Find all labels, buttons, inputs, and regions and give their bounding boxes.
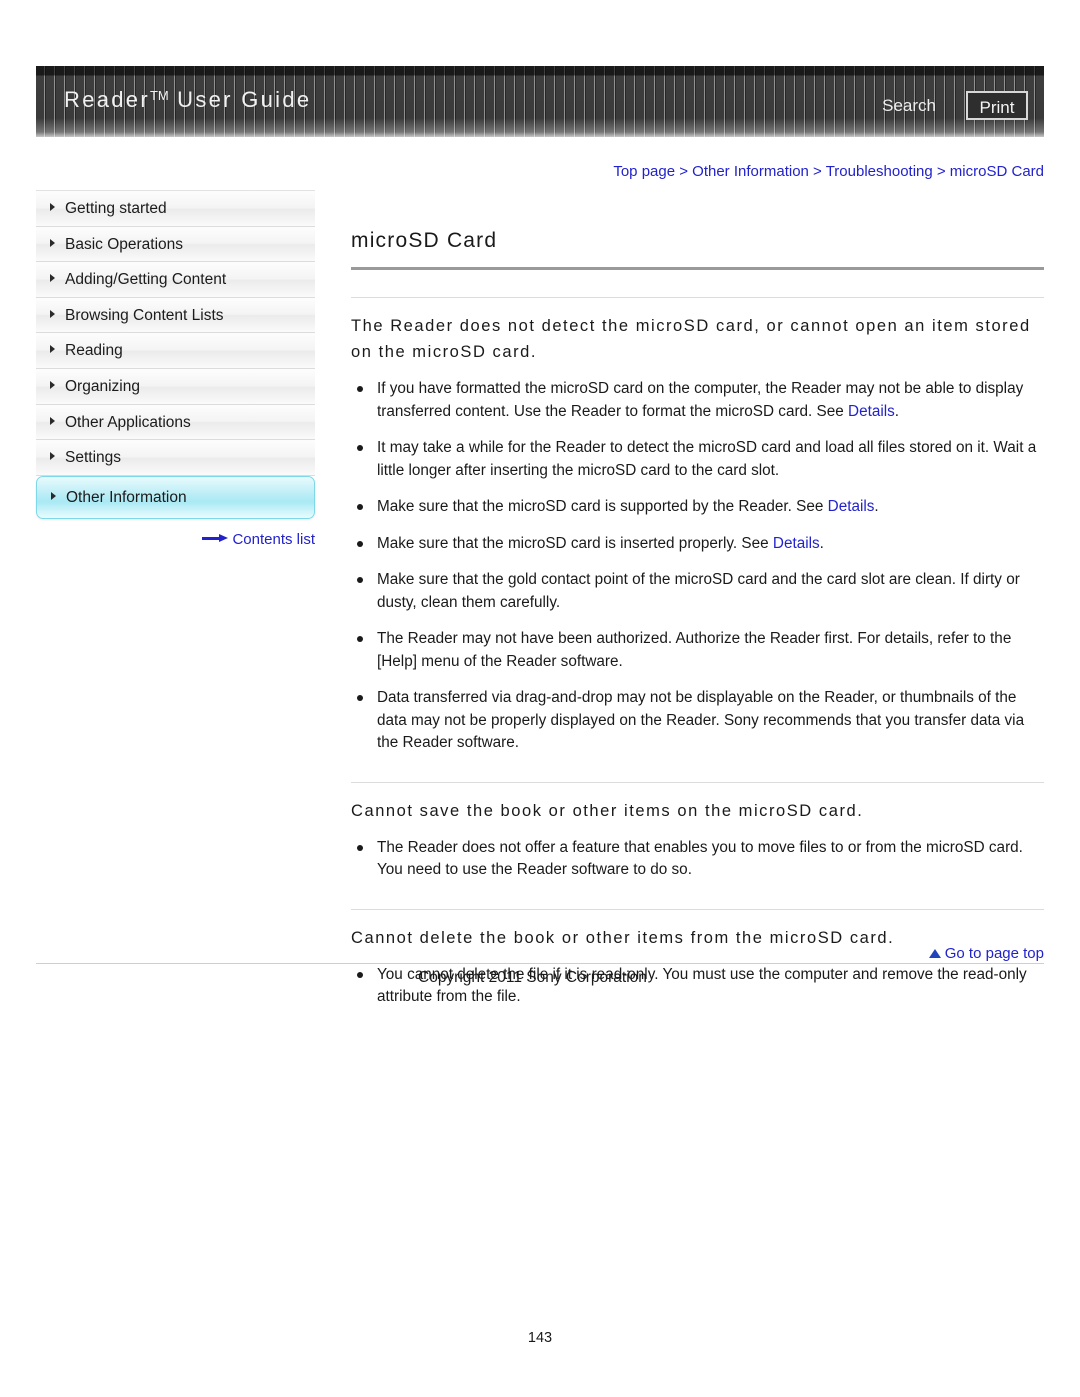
list-item-text: Make sure that the microSD card is inser…	[377, 534, 773, 552]
trademark-symbol: TM	[149, 88, 169, 103]
list-item-text: Make sure that the gold contact point of…	[377, 571, 1020, 611]
main-content: microSD Card The Reader does not detect …	[351, 190, 1044, 1023]
sidebar-item-label: Organizing	[65, 377, 140, 395]
list-item: The Reader may not have been authorized.…	[351, 628, 1044, 673]
document-page: ReaderTM User Guide Search Print Top pag…	[0, 0, 1080, 1397]
chevron-right-icon	[50, 274, 55, 283]
section-heading: The Reader does not detect the microSD c…	[351, 317, 1031, 361]
list-item-text-post: .	[874, 498, 879, 515]
list-item-text: The Reader may not have been authorized.…	[377, 630, 1012, 670]
app-title: ReaderTM User Guide	[64, 87, 311, 113]
details-link[interactable]: Details	[773, 535, 820, 552]
page-number: 143	[527, 1330, 553, 1346]
bullet-list: The Reader does not offer a feature that…	[351, 837, 1044, 882]
list-item: Make sure that the microSD card is suppo…	[351, 496, 1044, 519]
contents-list-link[interactable]: Contents list	[202, 531, 315, 548]
list-item: Make sure that the gold contact point of…	[351, 569, 1044, 614]
search-button[interactable]: Search	[882, 96, 936, 116]
chevron-right-icon	[51, 491, 56, 500]
list-item: The Reader does not offer a feature that…	[351, 837, 1044, 882]
arrow-right-icon	[202, 534, 229, 543]
sidebar-item-label: Settings	[65, 449, 122, 467]
sidebar-item-other-information[interactable]: Other Information	[36, 475, 315, 519]
app-title-main: Reader	[64, 87, 150, 112]
go-to-page-top-link[interactable]: Go to page top	[351, 945, 1044, 962]
sidebar-item-browsing-content-lists[interactable]: Browsing Content Lists	[36, 297, 315, 334]
chevron-right-icon	[50, 238, 55, 247]
details-link[interactable]: Details	[848, 403, 895, 420]
sidebar-nav-list: Getting started Basic Operations Adding/…	[36, 190, 315, 519]
sidebar-item-settings[interactable]: Settings	[36, 440, 315, 476]
chevron-right-icon	[50, 203, 55, 211]
triangle-up-icon	[928, 949, 941, 958]
sidebar-item-label: Reading	[65, 342, 123, 360]
list-item: Make sure that the microSD card is inser…	[351, 533, 1044, 556]
chevron-right-icon	[50, 345, 55, 354]
breadcrumb[interactable]: Top page > Other Information > Troublesh…	[570, 163, 1044, 180]
list-item-text: If you have formatted the microSD card o…	[377, 380, 1024, 420]
go-to-page-top-label: Go to page top	[944, 945, 1044, 962]
bullet-list: If you have formatted the microSD card o…	[351, 378, 1044, 755]
page-title: microSD Card	[351, 229, 498, 252]
sidebar-item-reading[interactable]: Reading	[36, 333, 315, 369]
list-item: It may take a while for the Reader to de…	[351, 437, 1044, 482]
footer-divider	[36, 963, 1044, 964]
list-item-text-post: .	[894, 402, 900, 420]
list-item-text-post: .	[819, 534, 824, 552]
sidebar-item-label: Browsing Content Lists	[65, 306, 224, 324]
sidebar-item-label: Adding/Getting Content	[65, 271, 227, 289]
sidebar-item-label: Other Applications	[65, 413, 191, 431]
header-banner: ReaderTM User Guide Search Print	[36, 66, 1044, 137]
sidebar-item-other-applications[interactable]: Other Applications	[36, 404, 315, 441]
section-divider	[351, 908, 1044, 910]
sidebar-item-basic-operations[interactable]: Basic Operations	[36, 226, 315, 263]
sidebar-item-getting-started[interactable]: Getting started	[36, 191, 315, 227]
title-divider	[351, 267, 1044, 270]
section-cannot-save: Cannot save the book or other items on t…	[351, 781, 1044, 882]
list-item-text: It may take a while for the Reader to de…	[377, 439, 1037, 479]
copyright-text: Copyright 2011 Sony Corporation	[418, 969, 647, 986]
list-item-text: The Reader does not offer a feature that…	[377, 838, 1023, 879]
chevron-right-icon	[50, 452, 55, 461]
section-divider	[351, 781, 1044, 783]
chevron-right-icon	[50, 416, 55, 425]
sidebar: Getting started Basic Operations Adding/…	[36, 190, 315, 548]
sidebar-item-label: Basic Operations	[65, 235, 184, 253]
sidebar-item-adding-getting-content[interactable]: Adding/Getting Content	[36, 262, 315, 298]
sidebar-item-label: Getting started	[65, 200, 167, 217]
list-item: If you have formatted the microSD card o…	[351, 378, 1044, 423]
details-link[interactable]: Details	[828, 498, 875, 515]
chevron-right-icon	[50, 309, 55, 318]
sidebar-item-label: Other Information	[66, 488, 187, 506]
list-item-text: Make sure that the microSD card is suppo…	[377, 498, 828, 515]
section-detect-card: The Reader does not detect the microSD c…	[351, 297, 1044, 755]
chevron-right-icon	[50, 380, 55, 389]
print-button[interactable]: Print	[966, 91, 1028, 120]
section-divider	[351, 297, 1044, 298]
list-item-text: Data transferred via drag-and-drop may n…	[377, 689, 1025, 751]
list-item: Data transferred via drag-and-drop may n…	[351, 687, 1044, 755]
app-title-rest: User Guide	[168, 87, 312, 112]
contents-list-label: Contents list	[232, 531, 315, 548]
section-heading: Cannot save the book or other items on t…	[351, 801, 864, 820]
sidebar-item-organizing[interactable]: Organizing	[36, 368, 315, 405]
